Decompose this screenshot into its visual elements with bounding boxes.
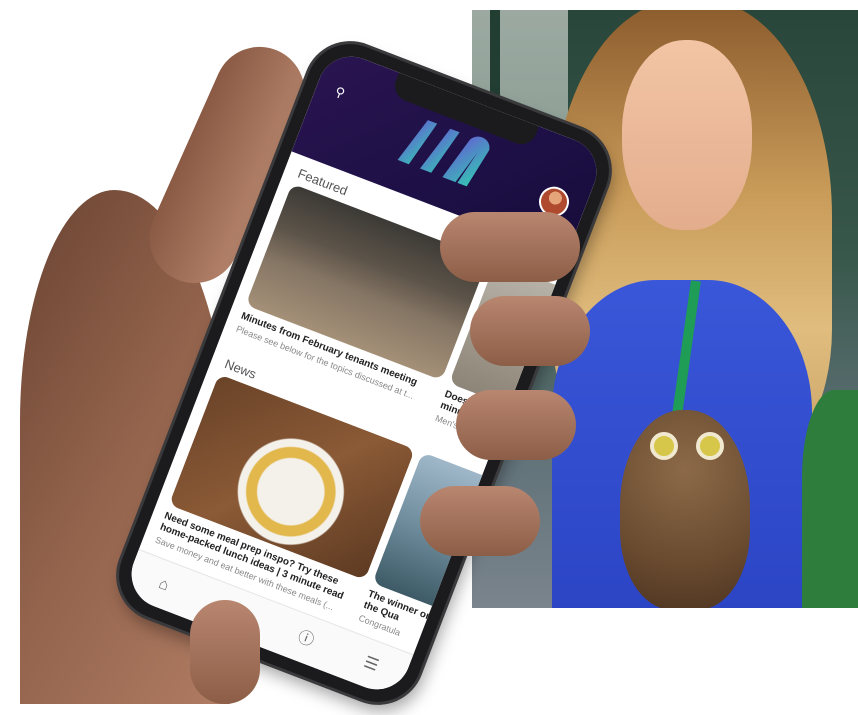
hand-finger — [440, 212, 580, 282]
home-icon[interactable]: ⌂ — [148, 570, 179, 601]
hand-finger — [190, 600, 260, 704]
photo-green-glove — [802, 390, 858, 608]
menu-icon[interactable]: ☰ — [355, 649, 386, 680]
owl-eye-left — [650, 432, 678, 460]
hand-finger — [470, 296, 590, 366]
hand-finger — [456, 390, 576, 460]
photo-woman-face — [622, 40, 752, 230]
owl-eye-right — [696, 432, 724, 460]
hand-finger — [420, 486, 540, 556]
info-icon[interactable]: ⓘ — [290, 624, 321, 655]
photo-owl — [620, 410, 750, 608]
search-icon[interactable]: ⚲ — [327, 80, 353, 106]
